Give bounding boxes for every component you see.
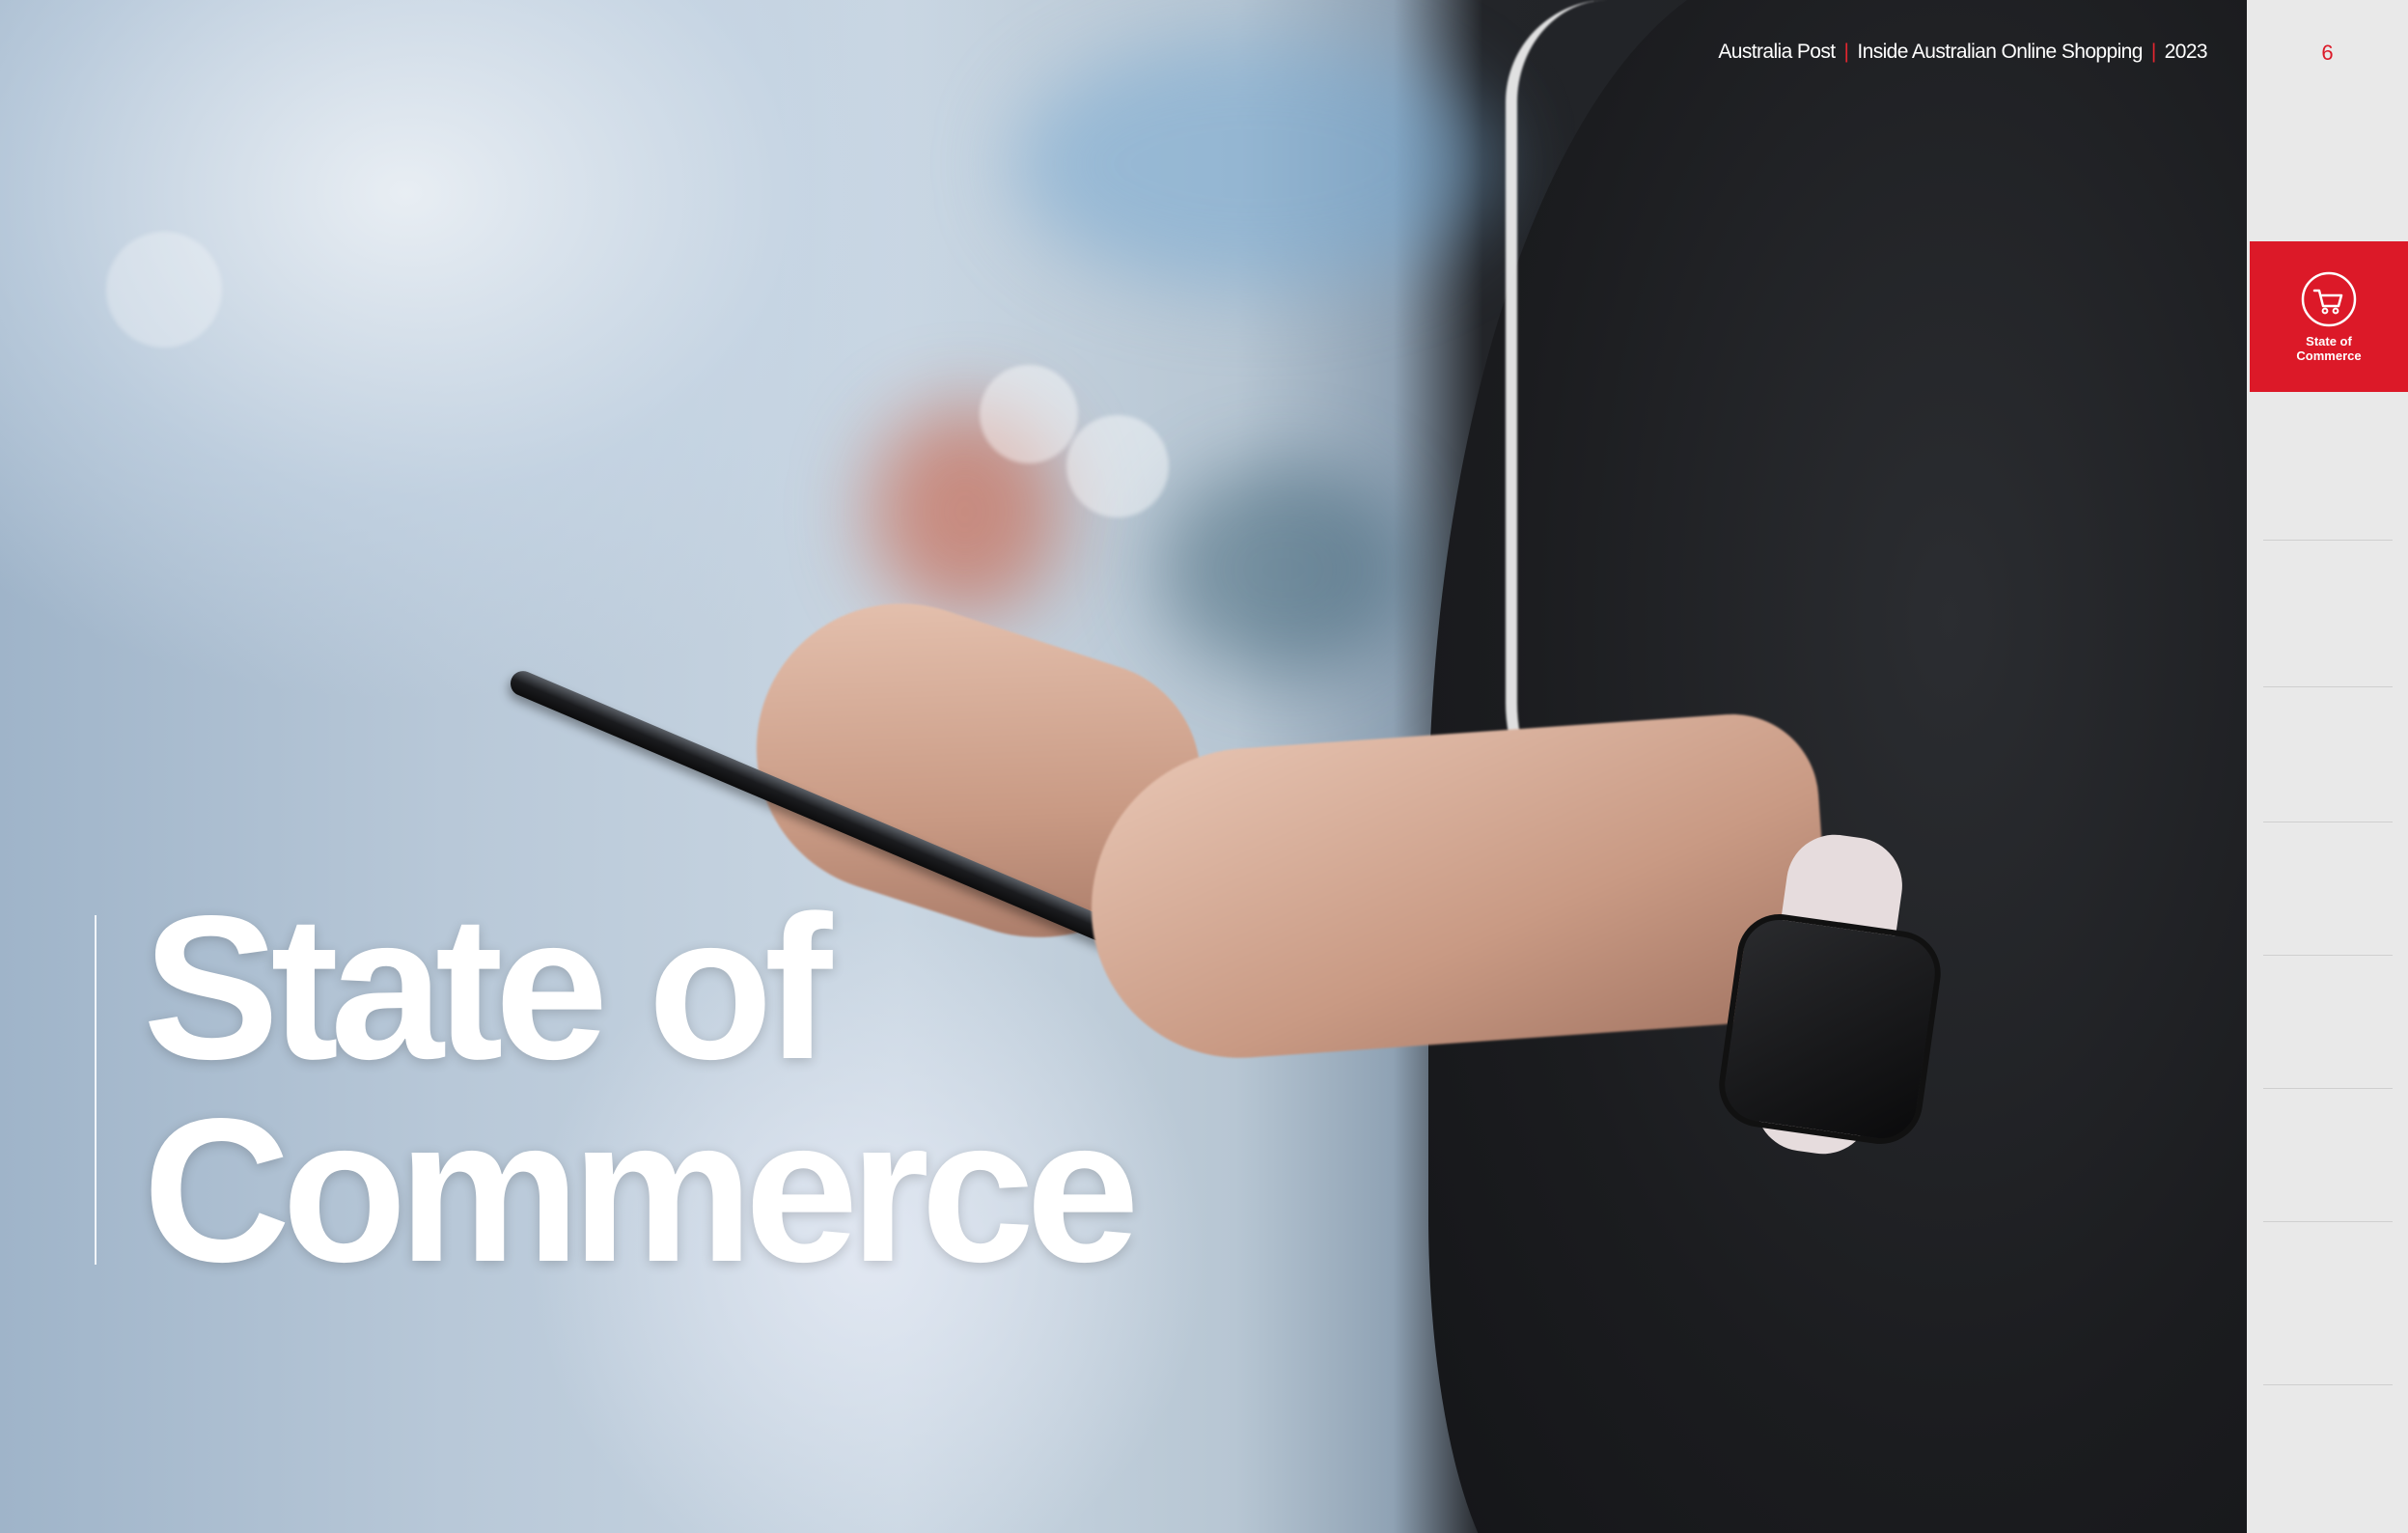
sidebar-item-label: State of Commerce [2250, 334, 2408, 363]
report-page: Australia Post | Inside Australian Online … [0, 0, 2408, 1533]
photo-bokeh-blob [1158, 463, 1409, 676]
page-number: 6 [2321, 41, 2334, 65]
header-separator: | [2150, 41, 2156, 63]
sidebar-item-label-line2: Commerce [2296, 348, 2362, 363]
sidebar-item-slot[interactable] [2263, 1030, 2393, 1089]
photo-bokeh-light [106, 232, 222, 348]
sidebar-item-slot[interactable] [2263, 628, 2393, 687]
section-title-line1: State of [143, 873, 832, 1101]
photo-smartwatch [1713, 908, 1947, 1150]
shopping-cart-icon [2301, 271, 2357, 327]
sidebar-item-slot[interactable] [2263, 482, 2393, 541]
photo-right-hand [1080, 708, 1835, 1069]
photo-bokeh-light [980, 365, 1078, 463]
section-title: State of Commerce [143, 873, 1140, 1304]
sidebar-item-slot[interactable] [2263, 764, 2393, 822]
section-title-line2: Commerce [143, 1075, 1140, 1304]
title-divider [95, 915, 97, 1265]
report-header: Australia Post | Inside Australian Online … [1718, 41, 2207, 64]
sidebar-item-slot[interactable] [2263, 897, 2393, 956]
photo-bokeh-light [1066, 415, 1169, 517]
sidebar-item-slot[interactable] [2263, 1163, 2393, 1222]
sidebar-item-label-line1: State of [2306, 334, 2352, 348]
sidebar-item-slot[interactable] [2263, 1326, 2393, 1385]
photo-bokeh-blob [1013, 39, 1496, 290]
header-publisher: Australia Post [1718, 41, 1836, 63]
header-report-title: Inside Australian Online Shopping [1857, 41, 2143, 63]
sidebar-item-state-of-commerce[interactable]: State of Commerce [2250, 241, 2408, 392]
header-year: 2023 [2164, 41, 2208, 63]
header-separator: | [1843, 41, 1849, 63]
section-sidebar: 6 State of Commerce [2247, 0, 2408, 1533]
